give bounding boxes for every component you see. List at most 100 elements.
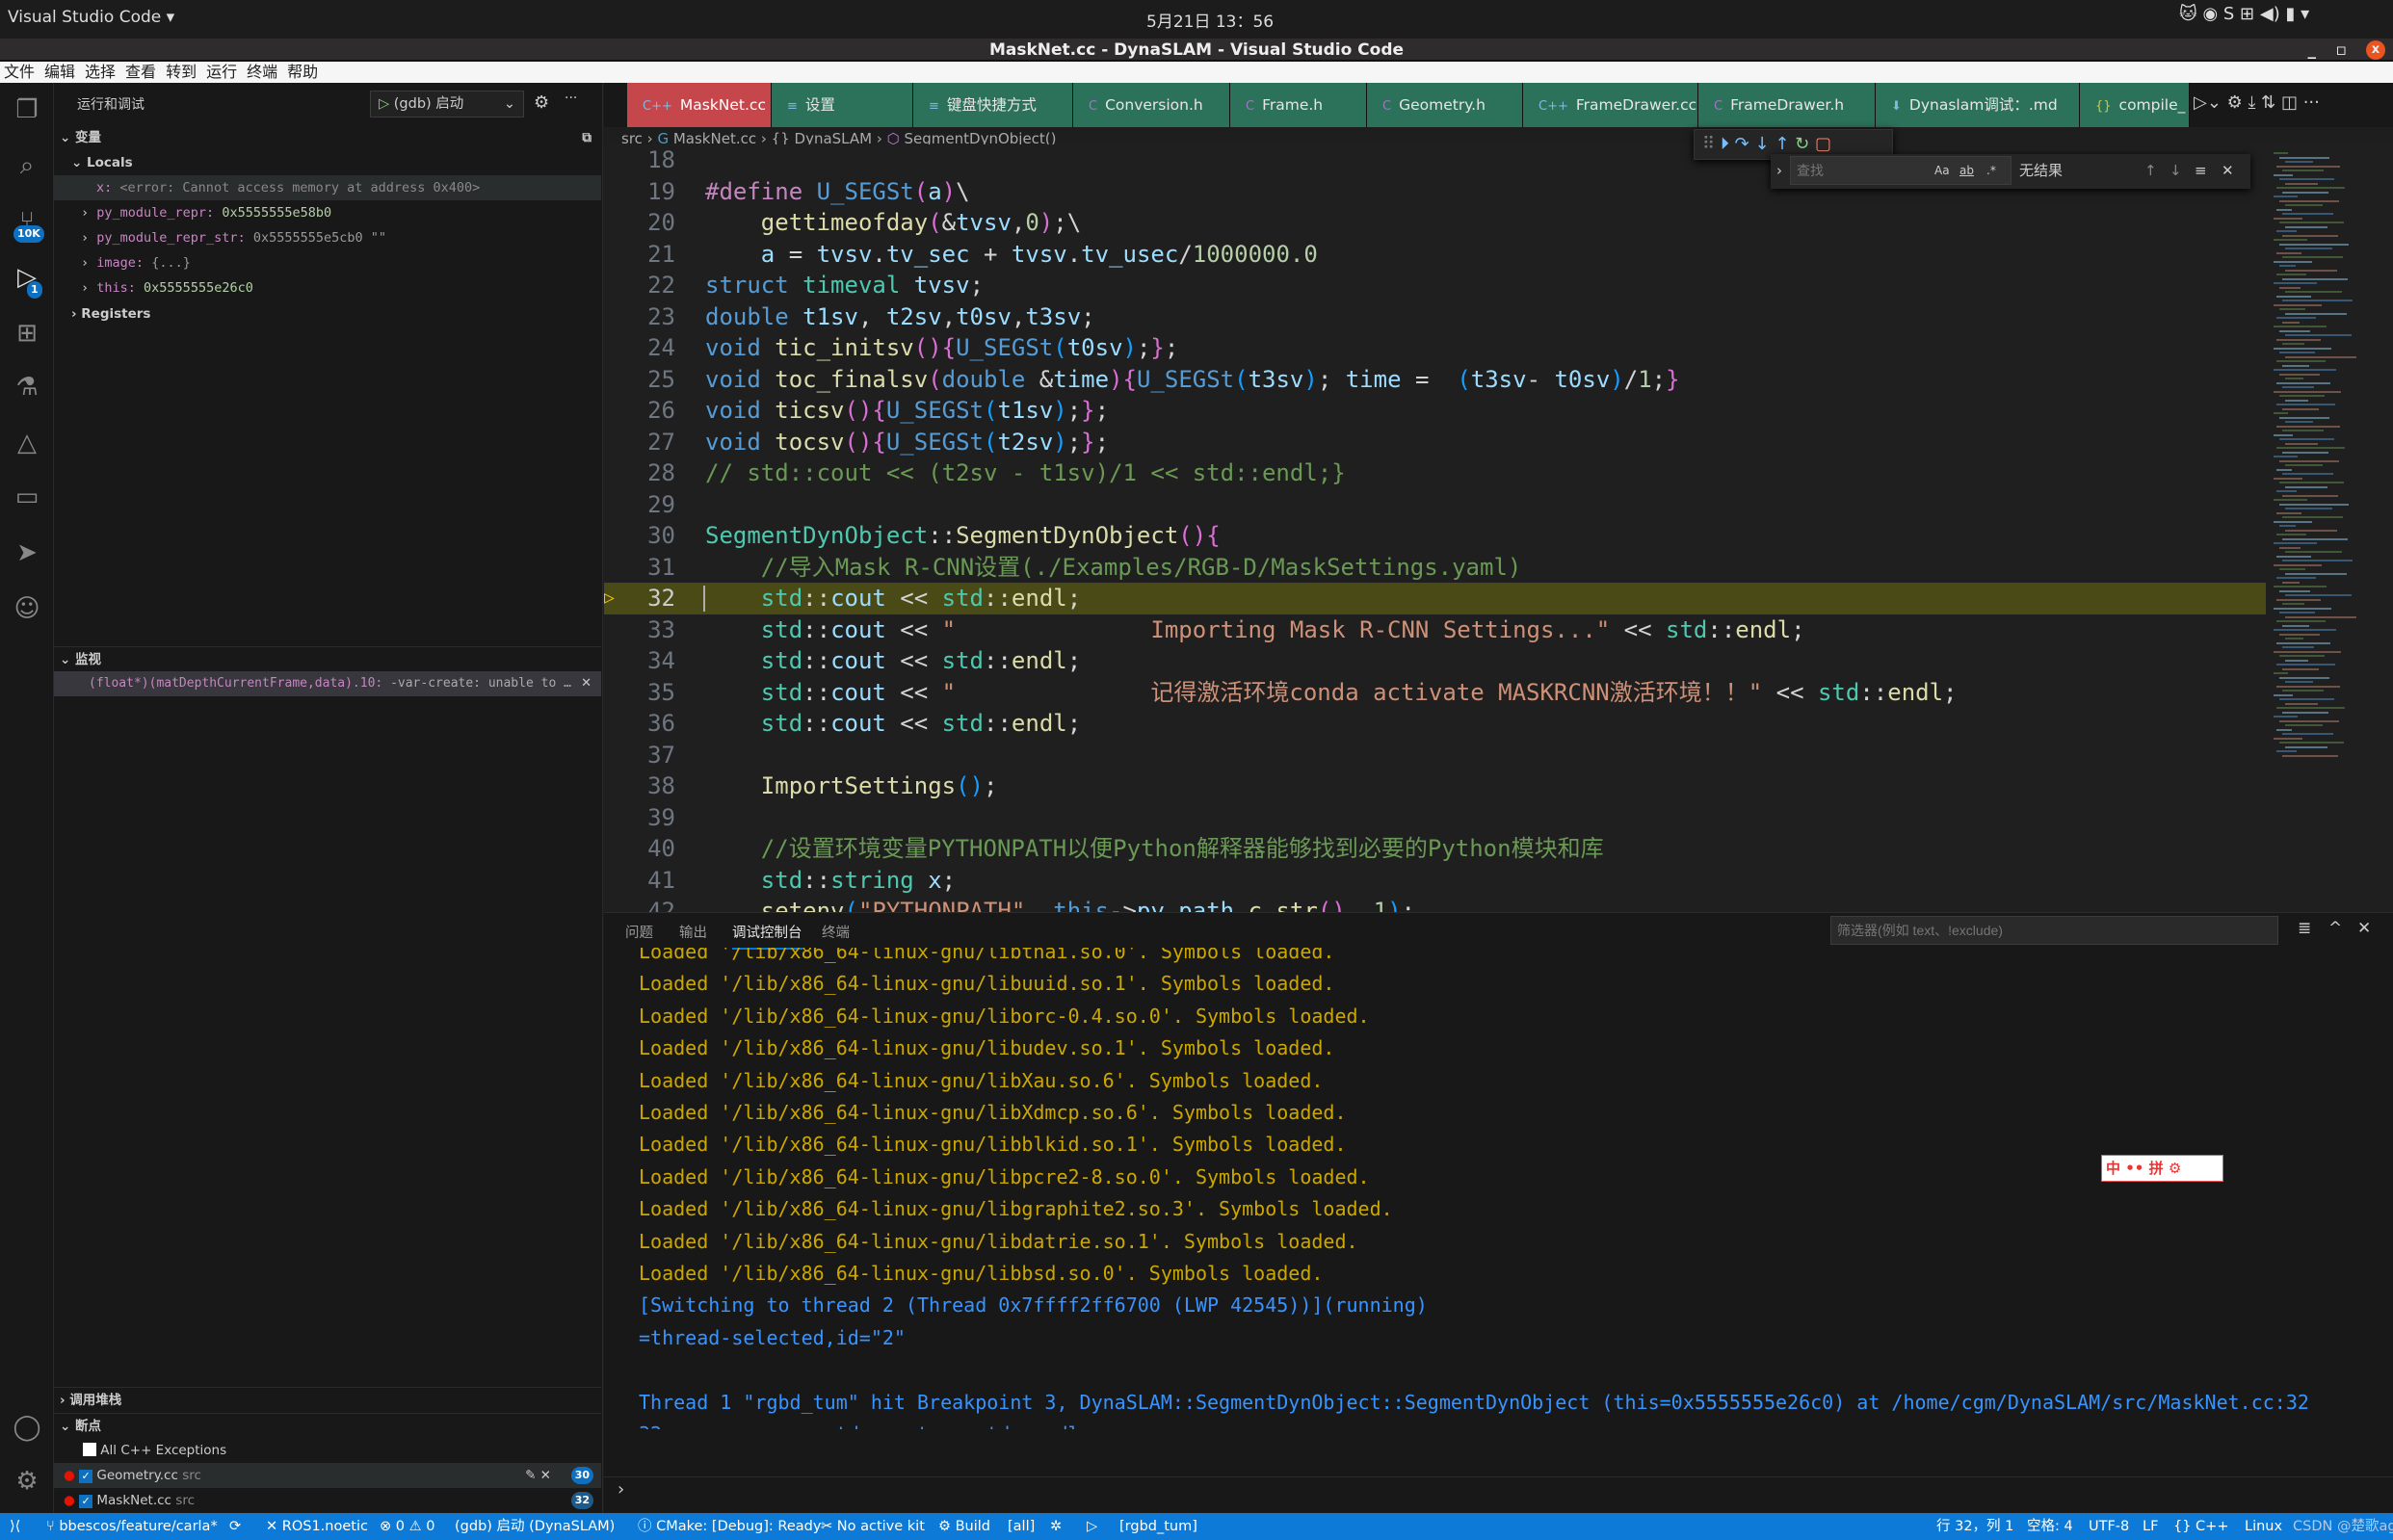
console-filter-input[interactable] (1830, 916, 2278, 945)
line-number[interactable]: 22 (604, 270, 675, 301)
line-number[interactable]: 23 (604, 301, 675, 333)
testing-icon[interactable]: ⚗ (12, 372, 42, 403)
cmake-icon[interactable]: △ (12, 428, 42, 458)
code-line[interactable]: 27 void tocsv(){U_SEGSt(t2sv);}; (604, 427, 2266, 458)
code-line[interactable]: 34 std::cout << std::endl; (604, 645, 2266, 677)
line-number[interactable]: 26 (604, 395, 675, 427)
line-number[interactable]: 40 (604, 833, 675, 865)
code-line[interactable]: 31 //导入Mask R-CNN设置(./Examples/RGB-D/Mas… (604, 552, 2266, 584)
tab-4[interactable]: C Frame.h (1230, 83, 1367, 127)
code-line[interactable]: 24 void tic_initsv(){U_SEGSt(t0sv);}; (604, 332, 2266, 364)
debug-icon[interactable]: ✲ (1050, 1513, 1062, 1540)
code-line[interactable]: 25 void toc_finalsv(double &time){U_SEGSt… (604, 364, 2266, 396)
editor-actions[interactable]: ▷⌄ ⚙ ⤓ ⇅ ◫ ··· (2194, 92, 2320, 113)
checkbox[interactable] (83, 1443, 96, 1456)
menu-selection[interactable]: 选择 (85, 62, 116, 83)
sync-icon[interactable]: ⟳ (229, 1513, 241, 1540)
tab-terminal[interactable]: 终端 (822, 919, 850, 948)
line-number[interactable]: 27 (604, 427, 675, 458)
step-over-icon[interactable]: ↷ (1735, 134, 1749, 154)
search-icon[interactable]: ⌕ (12, 150, 42, 181)
line-number[interactable]: 39 (604, 802, 675, 834)
callstack-section-header[interactable]: › 调用堆栈 (54, 1387, 601, 1412)
maximize-button[interactable]: ▫ (2335, 39, 2347, 62)
code-line[interactable]: 23 double t1sv, t2sv,t0sv,t3sv; (604, 301, 2266, 333)
console-prompt[interactable]: › (618, 1479, 624, 1500)
line-number[interactable]: 32 (604, 583, 675, 614)
menu-edit[interactable]: 编辑 (44, 62, 75, 83)
code-line[interactable]: 21 a = tvsv.tv_sec + tvsv.tv_usec/100000… (604, 239, 2266, 271)
find-next-icon[interactable]: ↓ (2169, 154, 2182, 187)
status-indentation[interactable]: 空格: 4 (2027, 1513, 2073, 1540)
line-number[interactable]: 24 (604, 332, 675, 364)
status-language[interactable]: {} C++ (2173, 1513, 2228, 1540)
status-launch-target[interactable]: [rgbd_tum] (1119, 1513, 1197, 1540)
breakpoint-row[interactable]: All C++ Exceptions (54, 1438, 601, 1463)
status-debug-config[interactable]: (gdb) 启动 (DynaSLAM) (455, 1513, 615, 1540)
status-encoding[interactable]: UTF-8 (2089, 1513, 2129, 1540)
regex-toggle[interactable]: .* (1986, 154, 1996, 187)
variable-row[interactable]: x: <error: Cannot access memory at addre… (54, 175, 601, 200)
line-number[interactable]: 37 (604, 740, 675, 771)
tab-3[interactable]: C Conversion.h (1073, 83, 1230, 127)
line-number[interactable]: 35 (604, 677, 675, 709)
code-line[interactable]: 28 // std::cout << (t2sv - t1sv)/1 << std… (604, 457, 2266, 489)
registers-scope[interactable]: › Registers (54, 301, 601, 326)
debug-config-select[interactable]: ▷ (gdb) 启动 ⌄ (370, 91, 524, 117)
menu-help[interactable]: 帮助 (287, 62, 318, 83)
step-into-icon[interactable]: ↓ (1754, 134, 1769, 154)
restart-icon[interactable]: ↻ (1795, 134, 1809, 154)
checkbox[interactable]: ✓ (79, 1495, 93, 1508)
code-line[interactable]: 38 ImportSettings(); (604, 770, 2266, 802)
tab-8[interactable]: ⬇ Dynaslam调试：.md (1876, 83, 2080, 127)
breakpoints-section-header[interactable]: ⌄ 断点 (54, 1413, 601, 1438)
menu-run[interactable]: 运行 (206, 62, 237, 83)
line-number[interactable]: 25 (604, 364, 675, 396)
clock[interactable]: 5月21日 13：56 (1146, 8, 1274, 32)
line-number[interactable]: 29 (604, 489, 675, 521)
chevron-down-icon[interactable]: ⌄ (504, 91, 515, 117)
find-in-selection-icon[interactable]: ≡ (2195, 154, 2207, 187)
line-number[interactable]: 28 (604, 457, 675, 489)
watch-item[interactable]: (float*)(matDepthCurrentFrame,data).10: … (54, 671, 601, 696)
find-input[interactable] (1790, 156, 2012, 185)
toggle-replace-icon[interactable]: › (1776, 154, 1782, 187)
code-line[interactable]: 33 std::cout << " Importing Mask R-CNN S… (604, 614, 2266, 646)
variable-row[interactable]: › py_module_repr_str: 0x5555555e5cb0 "" (54, 225, 601, 250)
code-line[interactable]: 35 std::cout << " 记得激活环境conda activate M… (604, 677, 2266, 709)
drag-handle-icon[interactable]: ⠿ (1702, 134, 1715, 154)
status-cmake[interactable]: ⓘ CMake: [Debug]: Ready (638, 1513, 821, 1540)
tab-1[interactable]: ≡ 设置 (772, 83, 913, 127)
edit-breakpoint-icon[interactable]: ✎ ✕ (525, 1463, 551, 1488)
collapse-all-icon[interactable]: ⧉ (582, 125, 592, 150)
code-line[interactable]: 39 (604, 802, 2266, 834)
stop-icon[interactable]: ▢ (1815, 134, 1831, 154)
code-line[interactable]: 20 gettimeofday(&tvsv,0);\ (604, 207, 2266, 239)
code-line[interactable]: 26 void ticsv(){U_SEGSt(t1sv);}; (604, 395, 2266, 427)
line-number[interactable]: 41 (604, 865, 675, 897)
tab-2[interactable]: ≡ 键盘快捷方式 (913, 83, 1073, 127)
account-icon[interactable]: ◯ (12, 1412, 42, 1443)
status-kit[interactable]: ✂ No active kit (821, 1513, 925, 1540)
find-prev-icon[interactable]: ↑ (2144, 154, 2157, 187)
checkbox[interactable]: ✓ (79, 1470, 93, 1483)
code-line[interactable]: ▷ 32 std::cout << std::endl; (604, 583, 2266, 614)
ros-icon[interactable]: ➤ (12, 537, 42, 568)
minimap[interactable] (2266, 144, 2393, 912)
line-number[interactable]: 33 (604, 614, 675, 646)
ime-toolbar[interactable]: 中 •• 拼 ⚙ (2101, 1155, 2223, 1182)
more-icon[interactable]: ··· (565, 91, 577, 106)
status-git-branch[interactable]: ⑂ bbescos/feature/carla* (46, 1513, 218, 1540)
code-line[interactable]: 37 (604, 740, 2266, 771)
copilot-icon[interactable]: ☺ (12, 593, 42, 624)
word-wrap-icon[interactable]: ≣ (2298, 919, 2311, 938)
close-panel-icon[interactable]: ✕ (2357, 919, 2371, 938)
variable-row[interactable]: › image: {...} (54, 250, 601, 275)
tab-6[interactable]: C++ FrameDrawer.cc (1523, 83, 1698, 127)
line-number[interactable]: 38 (604, 770, 675, 802)
code-line[interactable]: 41 std::string x; (604, 865, 2266, 897)
line-number[interactable]: 18 (604, 144, 675, 176)
code-line[interactable]: 42 setenv("PYTHONPATH", this->py_path.c_… (604, 896, 2266, 912)
app-menu[interactable]: Visual Studio Code ▾ (8, 8, 174, 27)
status-problems[interactable]: ⊗ 0 ⚠ 0 (380, 1513, 434, 1540)
